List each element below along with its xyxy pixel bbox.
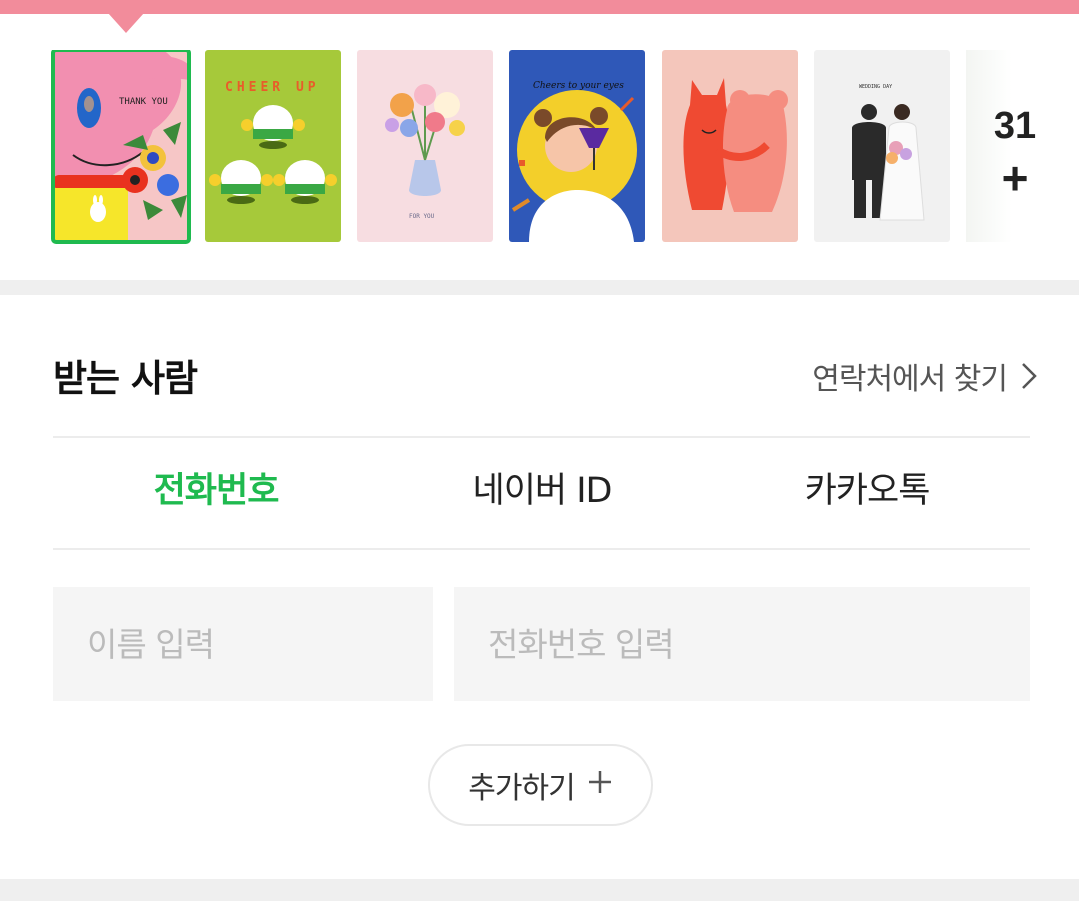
svg-text:Cheers to your eyes: Cheers to your eyes [533, 81, 624, 91]
card-flowers[interactable]: FOR YOU [357, 50, 493, 242]
divider-line [53, 436, 1030, 438]
recipient-title: 받는 사람 [53, 357, 198, 400]
bottom-divider [0, 879, 1079, 901]
tab-naver-id[interactable]: 네이버 ID [379, 466, 705, 516]
card-cheer-up[interactable]: CHEER UP [205, 50, 341, 242]
add-recipient-label: 추가하기 [468, 771, 575, 806]
divider-line [53, 548, 1030, 550]
more-cards-count[interactable]: 31 [990, 106, 1040, 146]
tab-phone[interactable]: 전화번호 [53, 466, 379, 516]
section-divider [0, 280, 1079, 295]
top-banner-bar [0, 0, 1079, 14]
svg-text:WEDDING DAY: WEDDING DAY [859, 84, 892, 90]
svg-text:THANK YOU: THANK YOU [119, 97, 168, 107]
card-carousel[interactable]: THANK YOU CHEER UP FOR YOU Cheers to you… [0, 50, 1012, 244]
card-cheers[interactable]: Cheers to your eyes [509, 50, 645, 242]
svg-text:CHEER UP: CHEER UP [225, 80, 320, 95]
add-recipient-button[interactable]: 추가하기 [428, 744, 653, 826]
card-wedding[interactable]: WEDDING DAY [814, 50, 950, 242]
phone-input[interactable] [454, 587, 1030, 701]
more-cards-plus[interactable]: + [990, 152, 1040, 204]
name-input[interactable] [53, 587, 433, 701]
tab-kakaotalk[interactable]: 카카오톡 [704, 466, 1030, 516]
plus-icon [587, 768, 613, 803]
card-thank-you[interactable]: THANK YOU [51, 50, 191, 244]
chevron-right-icon [1021, 362, 1037, 390]
svg-text:FOR YOU: FOR YOU [409, 213, 435, 220]
selection-pointer [108, 13, 144, 33]
find-in-contacts-label: 연락처에서 찾기 [812, 362, 1008, 397]
find-in-contacts-link[interactable]: 연락처에서 찾기 [812, 354, 1037, 398]
card-hug[interactable] [662, 50, 798, 242]
